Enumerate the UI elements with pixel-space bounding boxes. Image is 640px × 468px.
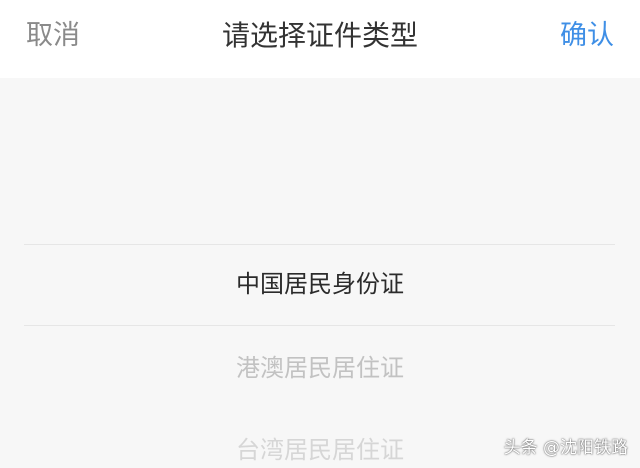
picker-option-hk-macau-residence[interactable]: 港澳居民居住证 <box>0 348 640 383</box>
picker-header: 取消 请选择证件类型 确认 <box>0 0 640 78</box>
id-type-picker-screen: 取消 请选择证件类型 确认 中国居民身份证 港澳居民居住证 台湾居民居住证 头条… <box>0 0 640 468</box>
picker-option-taiwan-residence[interactable]: 台湾居民居住证 <box>0 430 640 465</box>
confirm-button[interactable]: 确认 <box>560 14 614 58</box>
selection-divider-bottom <box>24 325 615 326</box>
cancel-button[interactable]: 取消 <box>26 14 80 58</box>
picker-option-mainland-id[interactable]: 中国居民身份证 <box>0 264 640 299</box>
page-title: 请选择证件类型 <box>221 19 418 52</box>
id-type-wheel[interactable]: 中国居民身份证 港澳居民居住证 台湾居民居住证 <box>0 78 640 468</box>
selection-divider-top <box>24 244 615 245</box>
